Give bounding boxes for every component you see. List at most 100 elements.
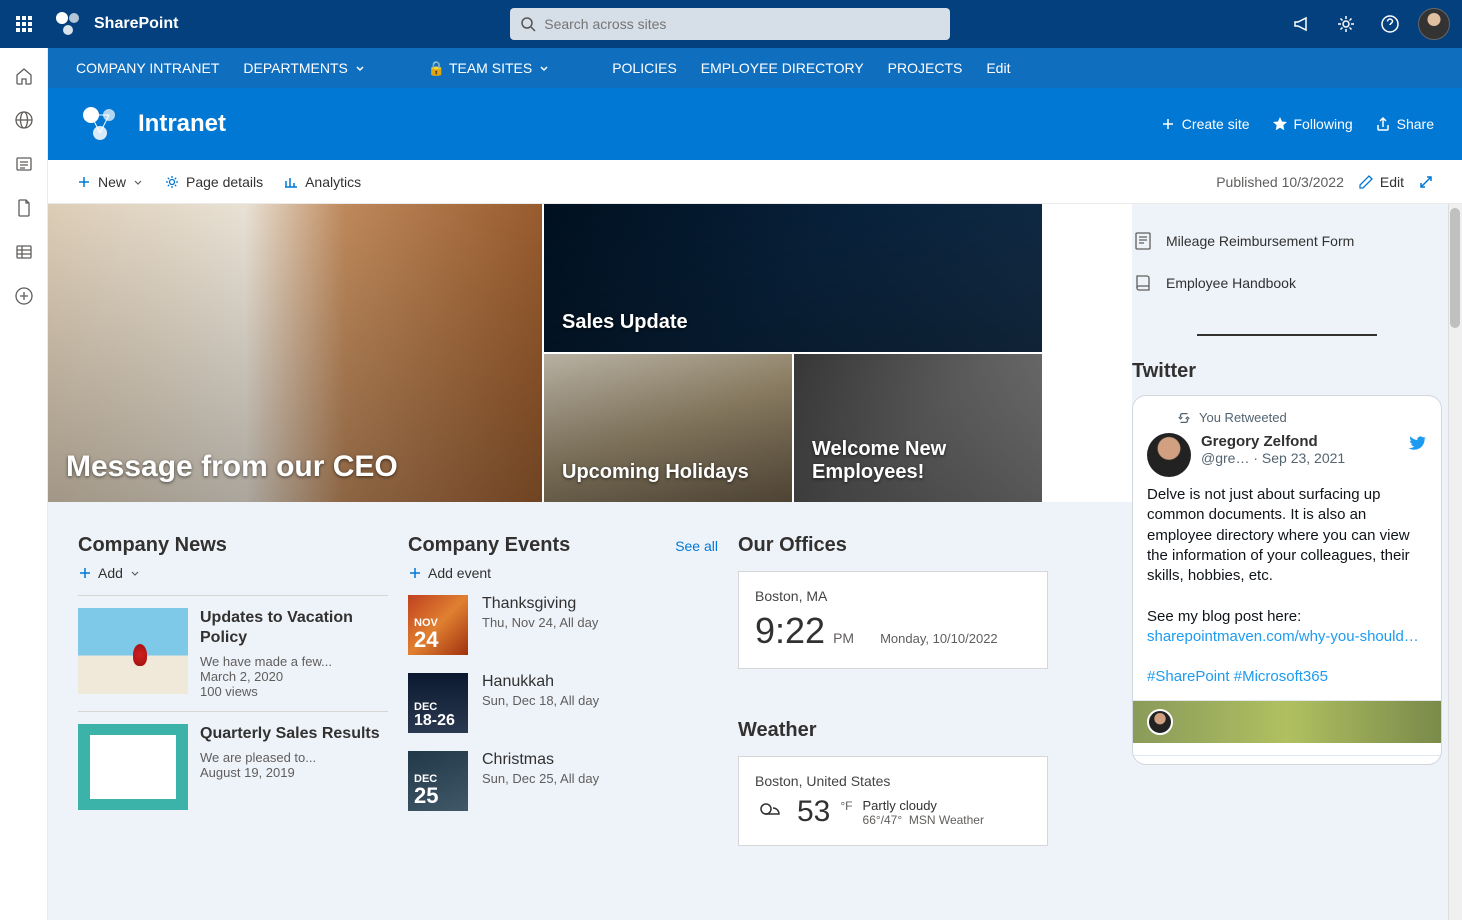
hero-tile-sales[interactable]: Sales Update [544, 204, 1042, 352]
search-box[interactable] [510, 8, 950, 40]
form-icon [1132, 230, 1154, 252]
weather-city: Boston, United States [755, 773, 1031, 789]
hero-tile-welcome[interactable]: Welcome New Employees! [794, 354, 1042, 502]
event-when: Sun, Dec 25, All day [482, 771, 599, 786]
expand-icon[interactable] [1418, 174, 1434, 190]
scrollbar-thumb[interactable] [1450, 208, 1460, 328]
nav-employee-directory[interactable]: EMPLOYEE DIRECTORY [701, 60, 864, 76]
share-icon [1375, 116, 1391, 132]
news-title: Updates to Vacation Policy [200, 608, 388, 648]
event-when: Sun, Dec 18, All day [482, 693, 599, 708]
analytics-button[interactable]: Analytics [283, 174, 361, 190]
site-title: Intranet [138, 110, 226, 138]
rail-home[interactable] [4, 56, 44, 96]
tweet-footer-name[interactable]: Gregory Zelfond [1147, 764, 1241, 766]
sharepoint-icon [52, 8, 84, 40]
settings-icon[interactable] [1326, 0, 1366, 48]
hero-web-part: Message from our CEO Sales Update Upcomi… [48, 204, 1132, 502]
rail-files[interactable] [4, 188, 44, 228]
news-item[interactable]: Updates to Vacation Policy We have made … [78, 595, 388, 711]
nav-departments[interactable]: DEPARTMENTS [243, 60, 366, 76]
new-button[interactable]: New [76, 174, 144, 190]
nav-projects[interactable]: PROJECTS [888, 60, 963, 76]
share-button[interactable]: Share [1375, 116, 1434, 132]
hero-tile-holidays[interactable]: Upcoming Holidays [544, 354, 792, 502]
weather-source: MSN Weather [909, 813, 984, 827]
event-item[interactable]: DEC25 ChristmasSun, Dec 25, All day [408, 751, 718, 811]
tweet-hashtags[interactable]: #SharePoint #Microsoft365 [1147, 668, 1328, 685]
office-ampm: PM [833, 630, 854, 646]
product-name: SharePoint [94, 15, 178, 33]
add-news-button[interactable]: Add [78, 565, 388, 581]
rail-global[interactable] [4, 100, 44, 140]
section-heading: Company Events [408, 534, 570, 557]
app-launcher[interactable] [0, 0, 48, 48]
news-item[interactable]: Quarterly Sales Results We are pleased t… [78, 711, 388, 822]
twitter-embed: You Retweeted Gregory Zelfond @gre… · Se… [1132, 395, 1442, 765]
scrollbar-track[interactable] [1448, 204, 1462, 920]
nav-team-sites[interactable]: 🔒 TEAM SITES [428, 60, 550, 77]
weather-temp: 53 [797, 795, 830, 829]
event-date-tile: DEC18-26 [408, 673, 468, 733]
hero-tile-ceo[interactable]: Message from our CEO [48, 204, 542, 502]
rail-create[interactable] [4, 276, 44, 316]
chevron-down-icon [129, 567, 141, 579]
office-time: 9:22 [755, 610, 825, 652]
event-date-tile: NOV24 [408, 595, 468, 655]
news-title: Quarterly Sales Results [200, 724, 380, 744]
section-heading: Weather [738, 719, 1048, 742]
edit-button[interactable]: Edit [1358, 174, 1404, 190]
event-date-tile: DEC25 [408, 751, 468, 811]
news-thumbnail [78, 608, 188, 694]
event-item[interactable]: DEC18-26 Hanukkah Sun, Dec 18, All day [408, 673, 718, 733]
news-thumbnail [78, 724, 188, 810]
weather-icon [755, 796, 787, 828]
company-events-section: Company Events See all Add event NOV24 T… [408, 534, 718, 846]
quicklink-label: Mileage Reimbursement Form [1166, 233, 1354, 249]
news-date: August 19, 2019 [200, 765, 380, 780]
tweet-author[interactable]: Gregory Zelfond [1201, 433, 1345, 450]
nav-company-intranet[interactable]: COMPANY INTRANET [76, 60, 219, 76]
add-event-button[interactable]: Add event [408, 565, 718, 581]
product-logo[interactable]: SharePoint [52, 8, 178, 40]
chevron-right-icon: › [1249, 764, 1253, 766]
star-icon [1272, 116, 1288, 132]
hub-navigation: COMPANY INTRANET DEPARTMENTS 🔒 TEAM SITE… [48, 48, 1462, 88]
page-details-button[interactable]: Page details [164, 174, 263, 190]
section-heading: Company News [78, 534, 388, 557]
create-site-button[interactable]: Create site [1160, 116, 1250, 132]
news-teaser: We have made a few... [200, 654, 388, 669]
nav-policies[interactable]: POLICIES [612, 60, 677, 76]
weather-card: Boston, United States 53 °F Partly cloud… [738, 756, 1048, 846]
chevron-down-icon [354, 62, 366, 74]
tweet-avatar[interactable] [1147, 433, 1191, 477]
see-all-link[interactable]: See all [675, 538, 718, 554]
event-title: Hanukkah [482, 673, 599, 691]
office-clock: Boston, MA 9:22 PM Monday, 10/10/2022 [738, 571, 1048, 669]
search-input[interactable] [544, 16, 940, 32]
news-date: March 2, 2020 [200, 669, 388, 684]
tweet-body: Delve is not just about surfacing up com… [1147, 485, 1427, 688]
event-item[interactable]: NOV24 ThanksgivingThu, Nov 24, All day [408, 595, 718, 655]
gear-icon [164, 174, 180, 190]
help-icon[interactable] [1370, 0, 1410, 48]
quicklink-handbook[interactable]: Employee Handbook [1132, 262, 1442, 304]
section-heading: Our Offices [738, 534, 1048, 557]
plus-icon [78, 566, 92, 580]
megaphone-icon[interactable] [1282, 0, 1322, 48]
rail-lists[interactable] [4, 232, 44, 272]
analytics-icon [283, 174, 299, 190]
following-button[interactable]: Following [1272, 116, 1353, 132]
chevron-down-icon [538, 62, 550, 74]
nav-edit[interactable]: Edit [986, 60, 1010, 76]
rail-news[interactable] [4, 144, 44, 184]
plus-icon [1160, 116, 1176, 132]
retweet-label: You Retweeted [1147, 410, 1427, 425]
weather-unit: °F [840, 799, 852, 813]
tweet-link[interactable]: sharepointmaven.com/why-you-should… [1147, 628, 1419, 645]
user-avatar[interactable] [1414, 0, 1454, 48]
plus-icon [76, 174, 92, 190]
tweet-handle: @gre… · Sep 23, 2021 [1201, 450, 1345, 466]
section-heading: Twitter [1132, 360, 1442, 383]
quicklink-mileage[interactable]: Mileage Reimbursement Form [1132, 220, 1442, 262]
